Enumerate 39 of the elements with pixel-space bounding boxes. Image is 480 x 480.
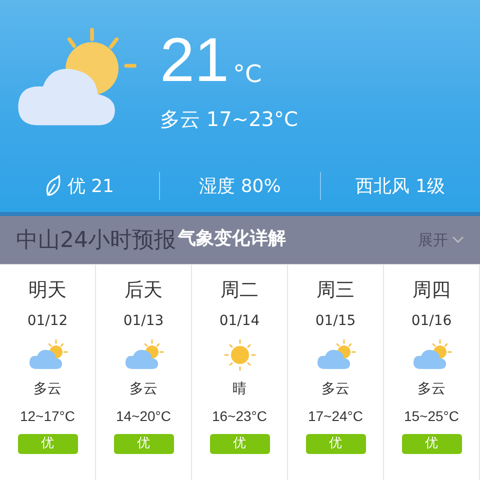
day-name: 周三 bbox=[316, 278, 354, 303]
partly-cloudy-icon bbox=[316, 339, 356, 371]
partly-cloudy-icon bbox=[412, 339, 452, 371]
chevron-down-icon bbox=[452, 236, 464, 244]
air-quality-badge: 优 bbox=[402, 434, 462, 454]
day-condition: 晴 bbox=[232, 380, 246, 398]
day-date: 01/12 bbox=[27, 312, 68, 330]
air-quality-badge: 优 bbox=[18, 434, 78, 454]
weather-summary: 多云 17~23°C bbox=[160, 106, 298, 133]
caption-title: 气象变化详解 bbox=[178, 227, 286, 251]
day-date: 01/15 bbox=[315, 312, 356, 330]
temperature-unit: °C bbox=[232, 60, 262, 88]
day-name: 明天 bbox=[28, 278, 66, 303]
day-condition: 多云 bbox=[418, 380, 446, 398]
weather-stat: 优 21 bbox=[67, 175, 114, 198]
day-condition: 多云 bbox=[34, 380, 62, 398]
air-quality-badge: 优 bbox=[210, 434, 270, 454]
day-date: 01/13 bbox=[123, 312, 164, 330]
day-temperature: 12~17°C bbox=[20, 407, 76, 425]
weather-stat: 湿度 80% bbox=[199, 175, 281, 198]
day-temperature: 17~24°C bbox=[308, 407, 364, 425]
partly-cloudy-icon bbox=[28, 339, 68, 371]
day-date: 01/16 bbox=[411, 312, 452, 330]
weather-stat: 西北风 1级 bbox=[356, 175, 445, 198]
air-quality-badge: 优 bbox=[306, 434, 366, 454]
day-condition: 多云 bbox=[130, 380, 158, 398]
day-name: 周二 bbox=[220, 278, 258, 303]
leaf-icon bbox=[45, 175, 62, 197]
air-quality-badge: 优 bbox=[114, 434, 174, 454]
day-temperature: 14~20°C bbox=[116, 407, 172, 425]
day-temperature: 15~25°C bbox=[404, 407, 460, 425]
day-temperature: 16~23°C bbox=[212, 407, 268, 425]
day-condition: 多云 bbox=[322, 380, 350, 398]
partly-cloudy-icon bbox=[124, 339, 164, 371]
forecast-title: 中山24小时预报 bbox=[16, 227, 176, 255]
day-date: 01/14 bbox=[219, 312, 260, 330]
current-temperature: 21 bbox=[160, 30, 229, 92]
day-name: 周四 bbox=[412, 278, 450, 303]
day-name: 后天 bbox=[124, 278, 162, 303]
